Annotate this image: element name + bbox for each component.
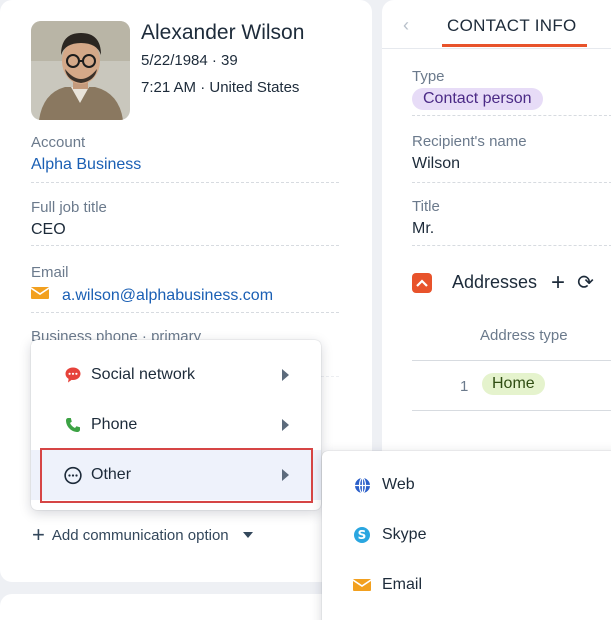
job-title-field: Full job title CEO [31,199,339,246]
envelope-icon [353,576,371,594]
plus-icon: + [32,522,45,547]
other-submenu: Web S Skype Email [322,451,611,620]
contact-name: Alexander Wilson [141,21,305,44]
email-link[interactable]: a.wilson@alphabusiness.com [62,287,273,305]
addresses-header: Addresses + ⟳ [412,270,594,295]
speech-bubble-icon [64,366,82,384]
chevron-right-icon [282,369,289,381]
addresses-title: Addresses [452,272,538,292]
account-field: Account Alpha Business [31,134,339,183]
phone-icon [64,416,82,434]
collapse-button[interactable] [412,272,432,293]
row-number: 1 [460,378,469,395]
address-type-badge[interactable]: Home [482,373,545,395]
globe-icon [353,476,371,494]
contact-local-time: 7:21 AM · United States [141,79,300,96]
type-field: Type Contact person [412,68,611,116]
contact-birthdate-age: 5/22/1984 · 39 [141,52,238,69]
title-value[interactable]: Mr. [412,220,611,238]
account-link[interactable]: Alpha Business [31,156,339,174]
job-title-label: Full job title [31,199,107,216]
submenu-item-label: Email [382,576,423,593]
tabs-divider [382,48,611,49]
type-badge[interactable]: Contact person [412,88,543,110]
refresh-icon[interactable]: ⟳ [577,270,594,295]
recipient-field: Recipient's name Wilson [412,133,611,183]
title-label: Title [412,198,440,215]
email-field: Email a.wilson@alphabusiness.com [30,264,339,313]
add-address-icon[interactable]: + [551,270,565,294]
menu-item-label: Social network [91,366,196,383]
job-title-value[interactable]: CEO [31,221,339,239]
envelope-icon [30,286,50,305]
bottom-card [0,594,372,620]
contact-photo[interactable] [31,21,130,120]
add-communication-option-button[interactable]: + Add communication option [32,522,253,547]
add-communication-option-label: Add communication option [51,526,229,544]
highlight-annotation [40,448,313,503]
menu-item-label: Phone [91,416,138,433]
menu-item-phone[interactable]: Phone [31,400,321,450]
svg-text:S: S [358,528,367,542]
title-field: Title Mr. [412,198,611,246]
submenu-item-skype[interactable]: S Skype [322,510,611,560]
type-label: Type [412,68,445,85]
menu-item-social-network[interactable]: Social network [31,350,321,400]
email-label: Email [31,264,69,281]
chevron-left-icon[interactable]: ‹ [403,15,409,36]
table-divider [412,410,611,411]
chevron-down-icon [242,532,253,538]
recipient-label: Recipient's name [412,133,527,150]
skype-icon: S [353,526,371,544]
submenu-item-email[interactable]: Email [322,560,611,610]
submenu-item-label: Skype [382,526,427,543]
chevron-right-icon [282,419,289,431]
table-divider [412,360,611,361]
account-label: Account [31,134,86,151]
recipient-value[interactable]: Wilson [412,155,611,173]
submenu-item-label: Web [382,476,415,493]
address-type-column-header[interactable]: Address type [480,327,568,344]
chevron-up-icon [416,278,428,287]
active-tab-indicator [442,44,587,47]
submenu-item-web[interactable]: Web [322,460,611,510]
tab-contact-info[interactable]: CONTACT INFO [447,16,577,36]
